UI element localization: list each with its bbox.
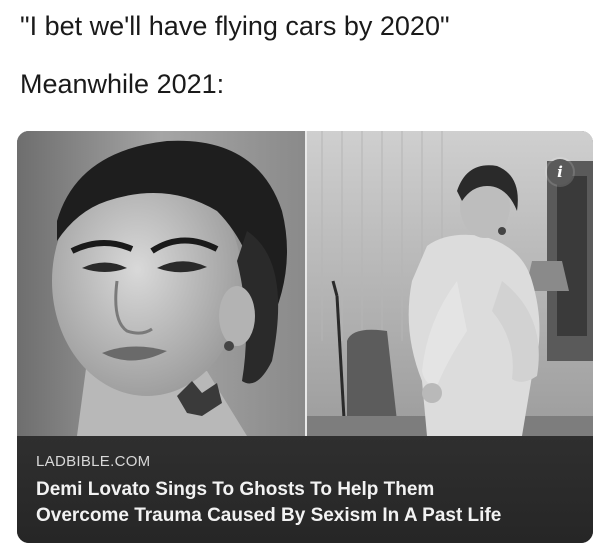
headline-line-2[interactable]: Overcome Trauma Caused By Sexism In A Pa… [36,505,501,527]
photo-standing-figure: i [307,131,593,436]
headline-line-1[interactable]: Demi Lovato Sings To Ghosts To Help Them [36,479,434,501]
portrait-closeup-illustration [17,131,305,436]
source-label: LADBIBLE.COM [36,453,151,470]
card-text-area: LADBIBLE.COM Demi Lovato Sings To Ghosts… [17,436,593,543]
photo-collage: i [17,131,593,436]
caption-line-2: Meanwhile 2021: [20,69,225,99]
caption-line-1: "I bet we'll have flying cars by 2020" [20,11,450,41]
info-icon[interactable]: i [547,159,573,185]
photo-portrait-closeup [17,131,305,436]
news-card[interactable]: i LADBIBLE.COM Demi Lovato Sings To Ghos… [17,131,593,543]
